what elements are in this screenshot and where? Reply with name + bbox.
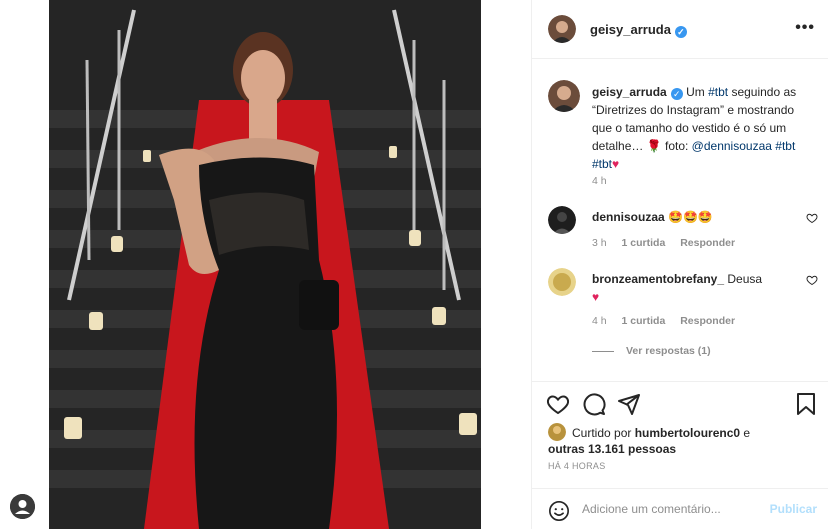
heart-icon[interactable] — [546, 392, 570, 419]
comment-body: 🤩🤩🤩 — [668, 210, 713, 224]
heart-icon[interactable] — [806, 274, 818, 289]
comment-text: bronzeamentobrefany_ Deusa ♥ — [592, 270, 782, 306]
hashtag-link[interactable]: #tbt — [708, 85, 728, 99]
comment-time[interactable]: 3 h — [592, 237, 607, 249]
commenter-avatar[interactable] — [548, 206, 576, 234]
more-icon[interactable]: ••• — [795, 19, 815, 37]
heart-emoji: ♥ — [612, 157, 620, 171]
post-sidebar: geisy_arruda ✓ ••• geisy_arruda ✓ Um #tbt … — [531, 0, 828, 529]
comment-author[interactable]: dennisouzaa — [592, 210, 665, 224]
post-photo[interactable] — [49, 0, 481, 529]
reply-button[interactable]: Responder — [680, 315, 735, 327]
post-actions: Curtido por humbertolourenc0 e outras 13… — [532, 381, 828, 529]
comment-likes[interactable]: 1 curtida — [622, 315, 666, 327]
comment-author[interactable]: bronzeamentobrefany_ — [592, 272, 724, 286]
mention-link[interactable]: @dennisouzaa — [692, 139, 772, 153]
comment-icon[interactable] — [582, 392, 606, 419]
hashtag-link[interactable]: #tbt — [592, 157, 612, 171]
comment-time[interactable]: 4 h — [592, 315, 607, 327]
caption-author[interactable]: geisy_arruda — [592, 85, 667, 99]
comment-meta: 4 h 1 curtida Responder — [592, 315, 747, 327]
post-header: geisy_arruda ✓ ••• — [532, 0, 828, 59]
page-margin — [0, 0, 49, 529]
comment-likes[interactable]: 1 curtida — [622, 237, 666, 249]
comment-meta: 3 h 1 curtida Responder — [592, 237, 747, 249]
caption-text: geisy_arruda ✓ Um #tbt seguindo as “Diret… — [592, 83, 814, 173]
reply-button[interactable]: Responder — [680, 237, 735, 249]
user-icon — [10, 494, 35, 519]
hashtag-link[interactable]: #tbt — [775, 139, 795, 153]
likes-connector: e — [743, 426, 751, 440]
share-icon[interactable] — [617, 392, 641, 419]
author-username[interactable]: geisy_arruda ✓ — [590, 22, 687, 38]
liker-avatar[interactable] — [548, 423, 566, 441]
divider-line — [592, 350, 614, 352]
author-username-text[interactable]: geisy_arruda — [590, 22, 671, 37]
heart-icon[interactable] — [806, 212, 818, 227]
comment-text: dennisouzaa 🤩🤩🤩 — [592, 208, 782, 226]
user-profile-button[interactable] — [10, 494, 35, 519]
publish-button[interactable]: Publicar — [770, 502, 817, 516]
add-comment-bar: Publicar — [532, 488, 828, 529]
post-timestamp[interactable]: HÁ 4 HORAS — [548, 461, 606, 471]
verified-icon: ✓ — [670, 88, 683, 100]
view-replies-label[interactable]: Ver respostas (1) — [626, 345, 711, 357]
heart-emoji: ♥ — [592, 290, 600, 304]
comment-body: Deusa — [727, 272, 763, 286]
view-replies-button[interactable]: Ver respostas (1) — [592, 345, 711, 357]
caption-part: Um — [686, 85, 705, 99]
commenter-avatar[interactable] — [548, 268, 576, 296]
emoji-icon[interactable] — [548, 500, 570, 525]
likes-prefix: Curtido por — [572, 426, 632, 440]
likes-others[interactable]: outras 13.161 pessoas — [548, 442, 676, 456]
likes-summary: Curtido por humbertolourenc0 e outras 13… — [548, 423, 818, 457]
comment-input[interactable] — [582, 502, 752, 516]
post-image — [49, 0, 481, 529]
verified-icon: ✓ — [674, 26, 687, 38]
author-avatar[interactable] — [548, 15, 576, 43]
action-icons — [546, 392, 649, 419]
liker-username[interactable]: humbertolourenc0 — [635, 426, 740, 440]
caption-time[interactable]: 4 h — [592, 175, 607, 187]
bookmark-icon[interactable] — [795, 392, 817, 419]
caption-avatar[interactable] — [548, 80, 580, 112]
